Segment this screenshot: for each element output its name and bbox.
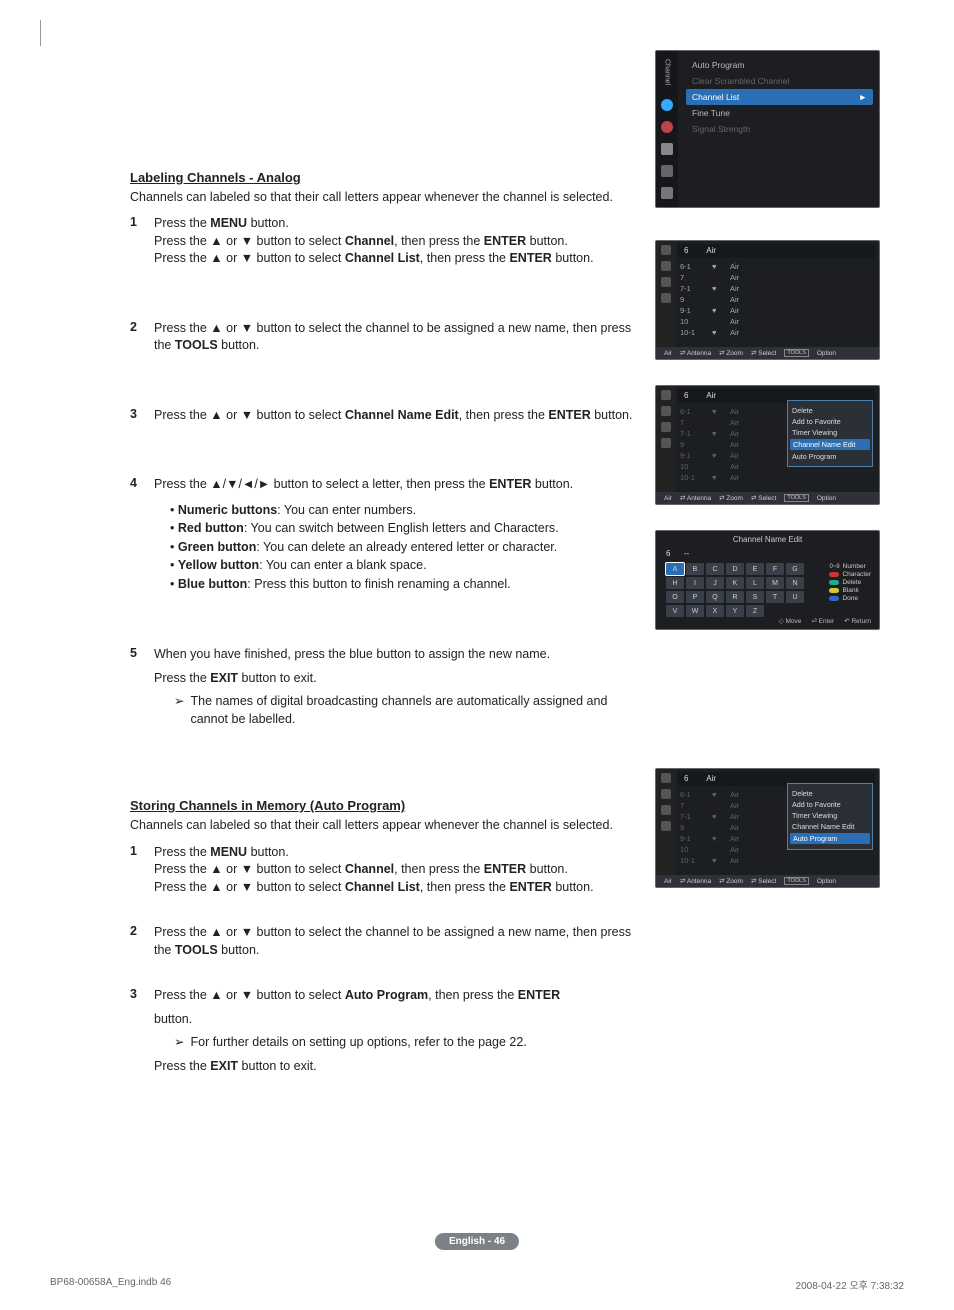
step-1: 1 Press the MENU button. Press the ▲ or … [130,215,635,268]
page-badge: English - 46 [435,1233,519,1250]
step-3: 3 Press the ▲ or ▼ button to select Chan… [130,407,635,425]
screenshot-channel-list-popup2: Added Channels 6 Air 6-1♥Air7Air7-1♥Air9… [655,768,880,888]
section2-title: Storing Channels in Memory (Auto Program… [130,798,635,813]
setup-icon [661,165,673,177]
s2-step-2: 2 Press the ▲ or ▼ button to select the … [130,924,635,959]
sound-icon [661,121,673,133]
screenshot-channel-list-1: Added Channels 6 Air 6-1♥Air7Air7-1♥Air9… [655,240,880,360]
step-2: 2 Press the ▲ or ▼ button to select the … [130,320,635,355]
s2-step-1: 1 Press the MENU button. Press the ▲ or … [130,844,635,897]
screenshot-channel-menu: Channel Auto Program Clear Scrambled Cha… [655,50,880,208]
screenshot-channel-name-edit: Channel Name Edit 6 -- ABCDEFGHIJKLMNOPQ… [655,530,880,630]
section2-intro: Channels can labeled so that their call … [130,817,635,833]
step-5: 5 When you have finished, press the blue… [130,646,635,728]
section1-title: Labeling Channels - Analog [130,170,635,185]
input-icon [661,187,673,199]
channel-icon [661,143,673,155]
footer-metadata: BP68-00658A_Eng.indb 46 2008-04-22 오후 7:… [0,1277,954,1292]
s2-step-3: 3 Press the ▲ or ▼ button to select Auto… [130,987,635,1075]
note-arrow-icon: ➢ [174,1034,184,1052]
step-4: 4 Press the ▲/▼/◄/► button to select a l… [130,476,635,594]
screenshot-channel-list-popup1: Added Channels 6 Air 6-1♥Air7Air7-1♥Air9… [655,385,880,505]
picture-icon [661,99,673,111]
note-arrow-icon: ➢ [174,693,184,728]
section1-intro: Channels can labeled so that their call … [130,189,635,205]
